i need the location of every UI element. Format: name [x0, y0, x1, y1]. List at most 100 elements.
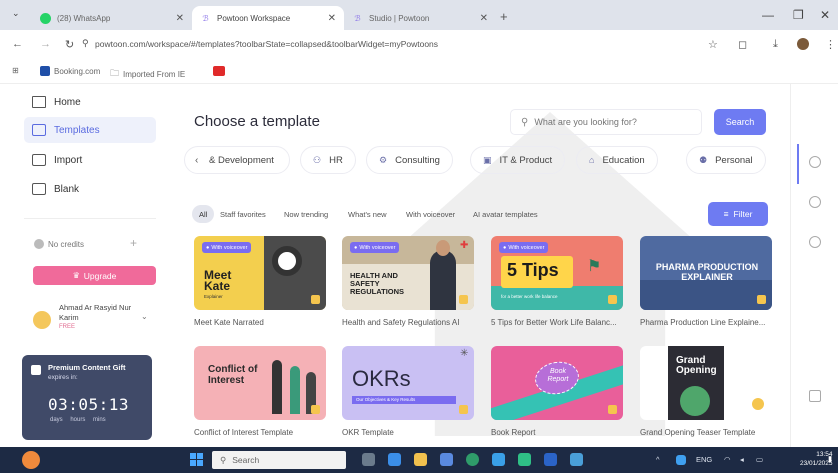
- start-menu-icon[interactable]: [190, 453, 203, 466]
- category-it-product[interactable]: ▣ IT & Product: [470, 146, 566, 174]
- category-consulting[interactable]: ⚙ Consulting: [366, 146, 453, 174]
- battery-icon[interactable]: ▭: [756, 455, 763, 464]
- tray-app-icon[interactable]: [676, 455, 686, 465]
- sidebar-item-blank[interactable]: Blank: [24, 176, 156, 202]
- app-icon[interactable]: [570, 453, 583, 466]
- reload-icon[interactable]: ↻: [65, 38, 74, 51]
- avatar: [33, 311, 51, 329]
- profile-avatar-icon[interactable]: [797, 38, 809, 50]
- chip-all[interactable]: All: [192, 205, 215, 223]
- bookmark-youtube[interactable]: [213, 66, 225, 76]
- sidebar-item-home[interactable]: Home: [24, 89, 156, 115]
- tab-whatsapp[interactable]: (28) WhatsApp ✕: [32, 6, 192, 30]
- bookmark-star-icon[interactable]: ☆: [708, 38, 718, 51]
- chip-staff-favorites[interactable]: Staff favorites: [220, 205, 266, 223]
- input-language[interactable]: ENG: [696, 455, 712, 464]
- upgrade-button[interactable]: ♛ Upgrade: [33, 266, 156, 285]
- template-title: Book Report: [491, 428, 536, 437]
- rail-tool-2-icon[interactable]: [809, 196, 821, 208]
- right-rail: [790, 84, 838, 447]
- back-icon[interactable]: ←: [12, 38, 23, 50]
- premium-lock-icon: [608, 405, 617, 414]
- category-education[interactable]: ⌂ Education: [576, 146, 658, 174]
- restore-icon[interactable]: ❐: [793, 8, 804, 22]
- window-close-icon[interactable]: ✕: [820, 8, 830, 22]
- template-thumbnail: ● With voiceover HEALTH AND SAFETY REGULA…: [342, 236, 474, 310]
- hr-icon: ⚇: [313, 154, 322, 165]
- edge-icon[interactable]: [388, 453, 401, 466]
- rail-selection-indicator: [797, 144, 799, 184]
- chrome-icon[interactable]: [466, 453, 479, 466]
- tray-chevron-icon[interactable]: ^: [656, 455, 660, 464]
- sparkle-icon: ✳: [460, 348, 469, 359]
- weather-icon[interactable]: [22, 451, 40, 469]
- close-icon[interactable]: ✕: [480, 13, 488, 24]
- thumb-text: 5 Tips: [507, 260, 559, 280]
- sidebar-item-import[interactable]: Import: [24, 147, 156, 173]
- thumb-text: Conflict of Interest: [208, 364, 258, 386]
- premium-lock-icon: [459, 405, 468, 414]
- badge-label: With voiceover: [508, 244, 545, 251]
- wifi-icon[interactable]: ◠: [724, 455, 731, 464]
- bookmark-imported[interactable]: 🗀 Imported From IE: [110, 66, 185, 82]
- category-personal[interactable]: ⚉ Personal: [686, 146, 766, 174]
- tab-powtoon-workspace[interactable]: ℬ Powtoon Workspace ✕: [192, 6, 344, 30]
- store-icon[interactable]: [440, 453, 453, 466]
- category-label: IT & Product: [499, 154, 553, 166]
- url-field[interactable]: powtoon.com/workspace/#/templates?toolba…: [95, 39, 438, 49]
- minimize-icon[interactable]: —: [762, 8, 774, 22]
- search-button[interactable]: Search: [714, 109, 766, 135]
- tab-studio-powtoon[interactable]: ℬ Studio | Powtoon ✕: [344, 6, 496, 30]
- tab-label: (28) WhatsApp: [57, 13, 111, 23]
- education-icon: ⌂: [589, 155, 595, 165]
- address-bar-row: ← → ↻ ⚲ powtoon.com/workspace/#/template…: [0, 30, 838, 60]
- app-icon[interactable]: [518, 453, 531, 466]
- site-info-icon[interactable]: ⚲: [82, 38, 89, 49]
- browser-menu-icon[interactable]: ⋮: [825, 38, 836, 51]
- premium-lock-icon: [608, 295, 617, 304]
- blank-icon: [32, 183, 46, 195]
- thumb-person-icon: [430, 250, 456, 310]
- rail-tool-1-icon[interactable]: [809, 156, 821, 168]
- rail-tool-3-icon[interactable]: [809, 236, 821, 248]
- taskbar-search[interactable]: ⚲ Search: [212, 451, 346, 469]
- browser-tab-strip: ⌄ (28) WhatsApp ✕ ℬ Powtoon Workspace ✕ …: [0, 0, 838, 30]
- word-icon[interactable]: [544, 453, 557, 466]
- apps-grid-icon[interactable]: ⊞: [12, 66, 19, 75]
- premium-gift-card[interactable]: Premium Content Gift expires in: 03:05:1…: [22, 355, 152, 440]
- premium-lock-icon: [311, 295, 320, 304]
- tab-label: Powtoon Workspace: [217, 13, 291, 23]
- taskbar-search-label: Search: [232, 455, 260, 465]
- chip-with-voiceover[interactable]: With voiceover: [406, 205, 455, 223]
- notification-icon[interactable]: ▮: [828, 454, 832, 463]
- extensions-icon[interactable]: ◻: [738, 38, 747, 51]
- task-view-icon[interactable]: [362, 453, 375, 466]
- chip-now-trending[interactable]: Now trending: [284, 205, 328, 223]
- folder-icon: 🗀: [110, 68, 120, 78]
- rail-tool-4-icon[interactable]: [809, 390, 821, 402]
- carousel-prev-icon[interactable]: ‹: [195, 155, 198, 166]
- chip-whats-new[interactable]: What's new: [348, 205, 387, 223]
- premium-lock-icon: [459, 295, 468, 304]
- sidebar: Home Templates Import Blank No credits +…: [0, 84, 170, 447]
- app-icon[interactable]: [492, 453, 505, 466]
- tab-list-chevron-icon[interactable]: ⌄: [12, 8, 20, 19]
- bookmark-booking[interactable]: Booking.com: [40, 66, 100, 76]
- gift-subtitle: expires in:: [48, 374, 78, 381]
- chip-ai-avatar-templates[interactable]: AI avatar templates: [473, 205, 538, 223]
- sidebar-item-templates[interactable]: Templates: [24, 117, 156, 143]
- new-tab-icon[interactable]: +: [500, 9, 508, 24]
- template-title: Conflict of Interest Template: [194, 428, 294, 437]
- search-input[interactable]: [534, 117, 695, 127]
- category-hr[interactable]: ⚇ HR: [300, 146, 356, 174]
- download-icon[interactable]: ⤓: [773, 38, 778, 51]
- forward-icon[interactable]: →: [40, 38, 51, 50]
- close-icon[interactable]: ✕: [176, 13, 184, 24]
- category-development[interactable]: ‹ & Development: [184, 146, 290, 174]
- thumb-subtext: Explainer: [204, 294, 223, 299]
- close-icon[interactable]: ✕: [328, 13, 336, 24]
- file-explorer-icon[interactable]: [414, 453, 427, 466]
- filter-button[interactable]: ≡ Filter: [708, 202, 768, 226]
- add-credits-icon[interactable]: +: [130, 236, 137, 250]
- volume-icon[interactable]: ◂: [740, 455, 744, 464]
